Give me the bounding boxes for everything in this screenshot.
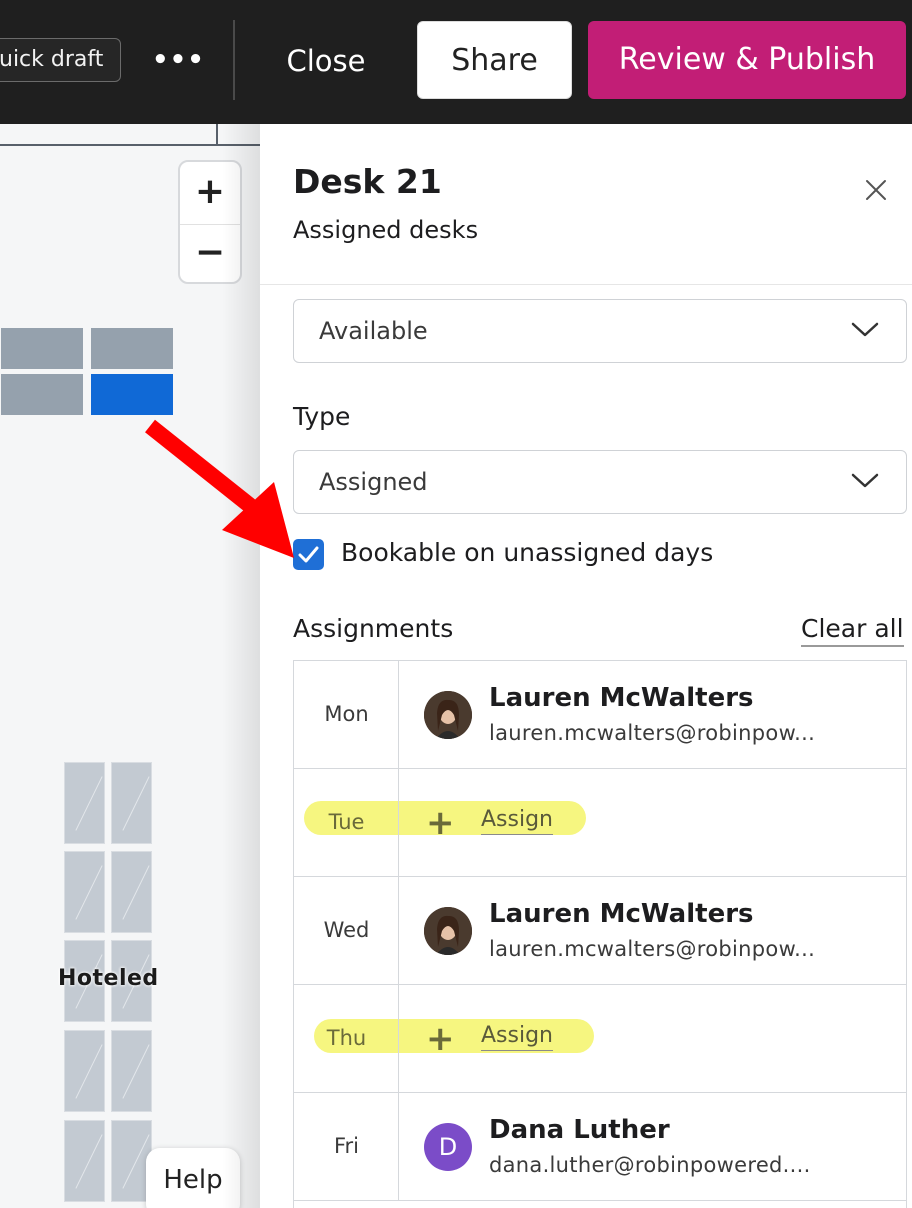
assignee-name: Lauren McWalters — [489, 899, 754, 929]
share-button[interactable]: Share — [417, 21, 572, 99]
day-label: Thu — [326, 1026, 367, 1050]
hoteled-desk[interactable] — [111, 1030, 152, 1112]
panel-shadow — [222, 124, 262, 1208]
status-select-value: Available — [319, 317, 428, 345]
assignment-row-fri[interactable]: Fri D Dana Luther dana.luther@robinpower… — [294, 1093, 906, 1201]
close-icon[interactable] — [858, 172, 894, 208]
avatar: D — [424, 1123, 472, 1171]
bookable-checkbox-label: Bookable on unassigned days — [341, 538, 714, 567]
check-icon — [298, 546, 319, 563]
assignment-row-mon[interactable]: Mon Lauren McWalters lauren.mcwalters@ro… — [294, 661, 906, 769]
quick-draft-button[interactable]: uick draft — [0, 38, 121, 82]
clear-all-button[interactable]: Clear all — [801, 614, 904, 647]
day-label: Wed — [323, 918, 370, 942]
type-select[interactable]: Assigned — [293, 450, 907, 514]
type-select-value: Assigned — [319, 468, 428, 496]
assignment-row-thu[interactable]: Thu + Assign — [294, 985, 906, 1093]
panel-divider — [260, 284, 912, 285]
avatar — [424, 907, 472, 955]
chevron-down-icon — [851, 322, 879, 337]
assignee-email: lauren.mcwalters@robinpow... — [489, 721, 816, 745]
hoteled-desk[interactable] — [111, 851, 152, 933]
day-cell: Thu — [294, 985, 399, 1092]
map-desk[interactable] — [1, 374, 83, 415]
toolbar-divider — [233, 20, 235, 100]
assignee-email: dana.luther@robinpowered.... — [489, 1153, 811, 1177]
status-select[interactable]: Available — [293, 299, 907, 363]
day-label: Tue — [328, 810, 365, 834]
day-cell: Mon — [294, 661, 399, 768]
plus-icon[interactable]: + — [426, 806, 455, 840]
assignee-name: Dana Luther — [489, 1115, 670, 1145]
map-desk[interactable] — [1, 328, 83, 369]
day-cell: Wed — [294, 877, 399, 984]
map-desk-selected[interactable] — [91, 374, 173, 415]
close-button[interactable]: Close — [270, 38, 382, 84]
plus-icon[interactable]: + — [426, 1022, 455, 1056]
assign-button[interactable]: Assign — [481, 807, 553, 835]
day-label: Fri — [333, 1134, 360, 1158]
hoteled-desk[interactable] — [64, 851, 105, 933]
avatar — [424, 691, 472, 739]
assignments-heading: Assignments — [293, 614, 454, 643]
day-cell: Fri — [294, 1093, 399, 1200]
assignments-table: Mon Lauren McWalters lauren.mcwalters@ro… — [293, 660, 907, 1208]
assignment-row-wed[interactable]: Wed Lauren McWalters lauren.mcwalters@ro… — [294, 877, 906, 985]
desk-details-panel: Desk 21 Assigned desks Available Type As… — [260, 124, 912, 1208]
assignee-email: lauren.mcwalters@robinpow... — [489, 937, 816, 961]
bookable-checkbox[interactable] — [293, 539, 324, 570]
top-bar: uick draft ••• Close Share Review & Publ… — [0, 0, 912, 124]
map-desk[interactable] — [91, 328, 173, 369]
assignment-row-tue[interactable]: Tue + Assign — [294, 769, 906, 877]
hoteled-desk[interactable] — [64, 1030, 105, 1112]
review-publish-button[interactable]: Review & Publish — [588, 21, 906, 99]
assignee-name: Lauren McWalters — [489, 683, 754, 713]
type-label: Type — [293, 402, 351, 431]
hoteled-desk[interactable] — [111, 762, 152, 844]
hoteled-desk[interactable] — [64, 1120, 105, 1202]
more-options-icon[interactable]: ••• — [152, 40, 204, 80]
map-wall — [216, 124, 218, 146]
hoteled-desk[interactable] — [64, 762, 105, 844]
hoteled-zone-label: Hoteled — [58, 966, 159, 991]
assign-button[interactable]: Assign — [481, 1023, 553, 1051]
day-label: Mon — [324, 702, 369, 726]
panel-subtitle: Assigned desks — [293, 216, 479, 244]
chevron-down-icon — [851, 473, 879, 488]
day-cell: Tue — [294, 769, 399, 876]
panel-title: Desk 21 — [293, 162, 442, 201]
